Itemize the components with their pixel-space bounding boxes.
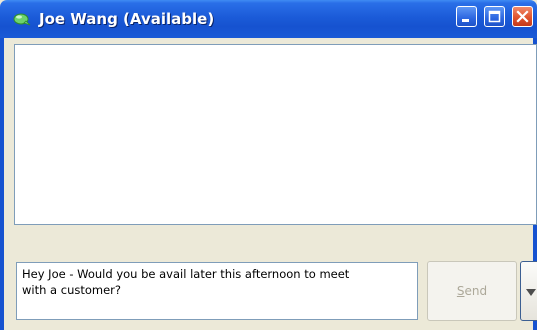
message-compose-input[interactable]: Hey Joe - Would you be avail later this … [16,262,418,320]
send-button[interactable]: Send [427,261,517,321]
conversation-history-pane[interactable] [14,44,537,225]
window-frame-left [0,38,4,330]
chat-window: Joe Wang (Available) Hey Joe - Would you… [0,0,537,330]
presence-available-icon [13,13,31,26]
maximize-button[interactable] [484,6,505,27]
maximize-icon [488,10,501,23]
close-icon [516,10,529,23]
compose-text-line-2: with a customer? [22,283,122,297]
minimize-icon [462,19,469,22]
send-options-dropdown-button[interactable] [520,261,537,321]
close-button[interactable] [512,6,533,27]
title-bar[interactable]: Joe Wang (Available) [0,0,537,38]
compose-text-line-1: Hey Joe - Would you be avail later this … [22,267,350,281]
send-accesskey-letter: S [456,284,465,298]
dropdown-arrow-icon [526,289,536,296]
window-title: Joe Wang (Available) [39,10,215,28]
send-label-rest: end [464,284,488,298]
minimize-button[interactable] [456,6,477,27]
